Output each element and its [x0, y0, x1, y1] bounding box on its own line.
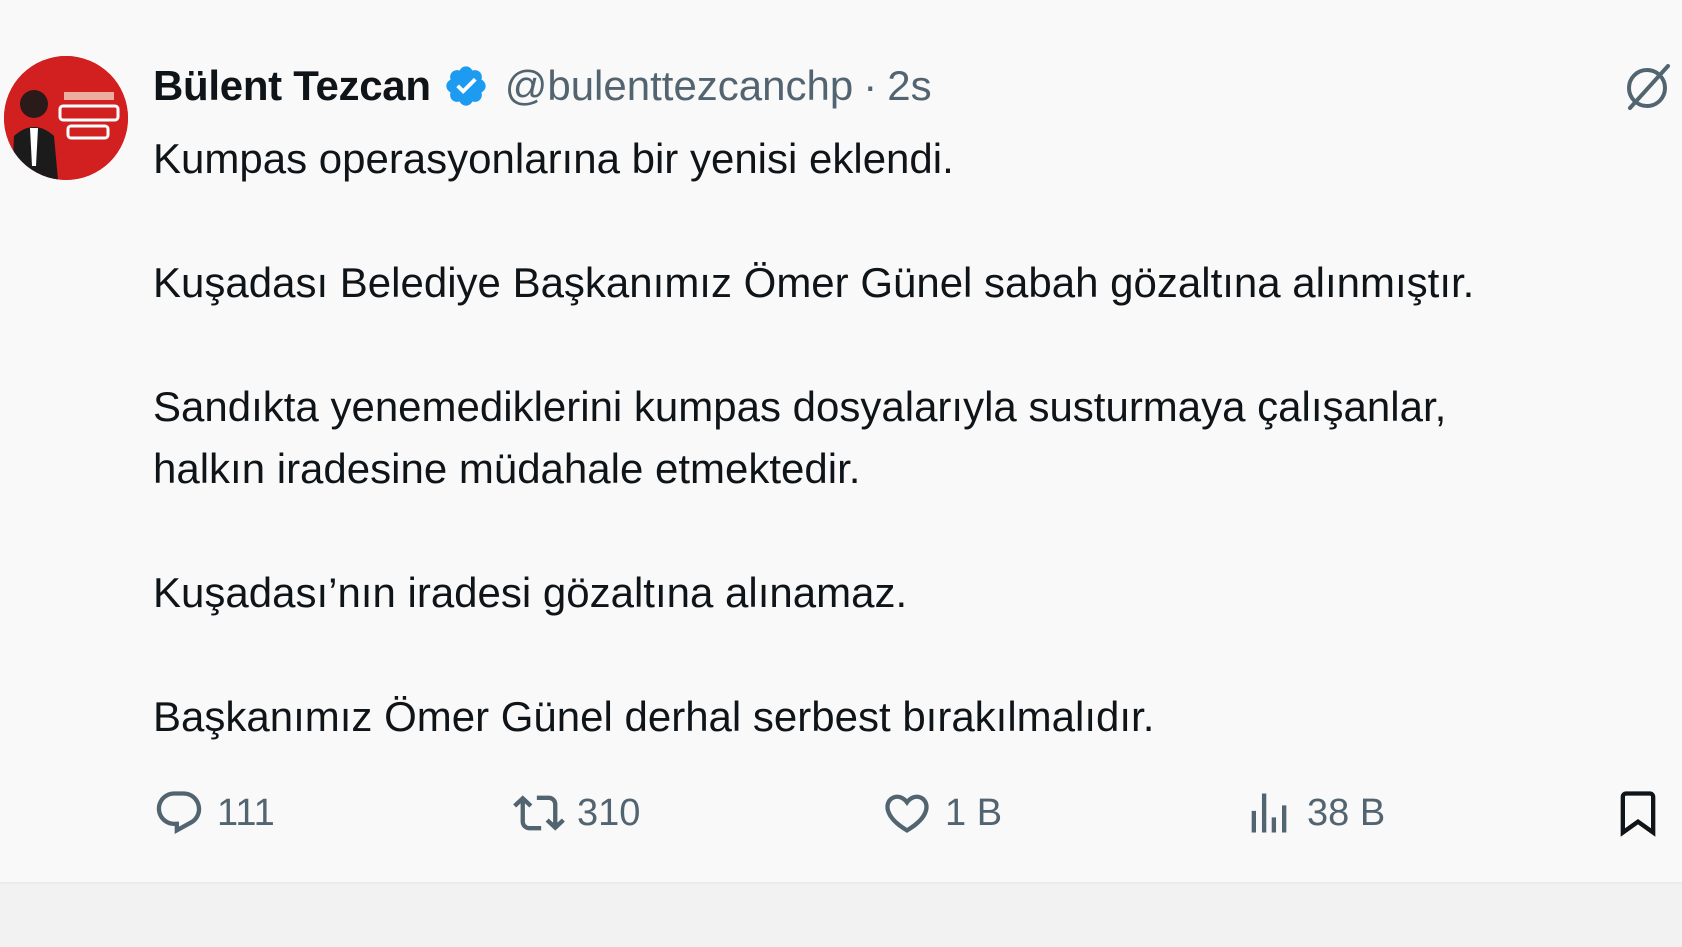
reply-icon — [156, 791, 202, 835]
author-name[interactable]: Bülent Tezcan — [153, 62, 431, 110]
heart-icon — [885, 794, 929, 833]
avatar-poster-icon — [4, 56, 128, 180]
views-count: 38 B — [1307, 791, 1386, 834]
bookmark-icon — [1620, 791, 1656, 837]
reply-button[interactable]: 111 — [153, 780, 275, 846]
views-button[interactable]: 38 B — [1243, 780, 1385, 846]
reply-count: 111 — [217, 791, 275, 834]
tweet-paragraph: halkın iradesine müdahale etmektedir. — [153, 445, 861, 492]
like-count: 1 B — [945, 791, 1003, 834]
analytics-icon — [1251, 793, 1287, 833]
page-background — [0, 884, 1682, 947]
timestamp[interactable]: 2s — [887, 62, 931, 110]
avatar[interactable] — [4, 56, 128, 180]
tweet-paragraph: Sandıkta yenemediklerini kumpas dosyalar… — [153, 383, 1447, 430]
author-handle[interactable]: @bulenttezcanchp — [505, 62, 854, 110]
action-bar: 111 310 1 B 38 B — [153, 780, 1673, 846]
grok-icon[interactable] — [1620, 60, 1674, 114]
like-button[interactable]: 1 B — [881, 780, 1002, 846]
tweet-card: Bülent Tezcan @bulenttezcanchp · 2s Kump… — [0, 0, 1682, 884]
verified-badge-icon — [443, 63, 489, 109]
tweet-text: Kumpas operasyonlarına bir yenisi eklend… — [153, 128, 1653, 810]
separator-dot: · — [863, 62, 878, 109]
retweet-button[interactable]: 310 — [513, 780, 640, 846]
tweet-paragraph: Kuşadası’nın iradesi gözaltına alınamaz. — [153, 569, 908, 616]
bookmark-button[interactable] — [1612, 780, 1664, 846]
tweet-paragraph: Kuşadası Belediye Başkanımız Ömer Günel … — [153, 259, 1475, 306]
tweet-header: Bülent Tezcan @bulenttezcanchp · 2s — [153, 58, 932, 114]
tweet-paragraph: Kumpas operasyonlarına bir yenisi eklend… — [153, 135, 954, 182]
tweet-paragraph: Başkanımız Ömer Günel derhal serbest bır… — [153, 693, 1155, 740]
retweet-count: 310 — [577, 791, 641, 834]
retweet-icon — [513, 795, 565, 831]
